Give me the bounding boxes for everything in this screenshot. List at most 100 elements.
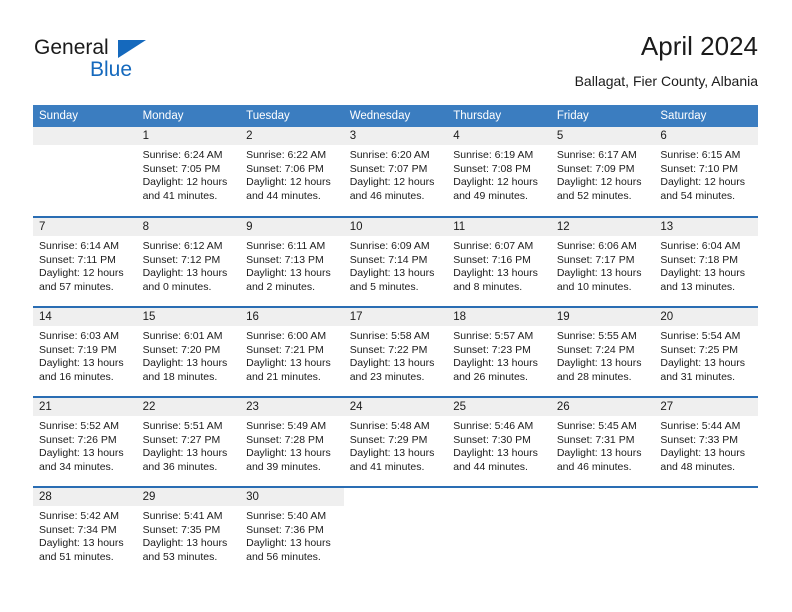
- brand-logo[interactable]: General Blue: [34, 36, 254, 88]
- sunset-text: Sunset: 7:34 PM: [39, 523, 117, 536]
- calendar-week-row: 28 Sunrise: 5:42 AM Sunset: 7:34 PM Dayligh…: [33, 486, 758, 577]
- calendar-day-cell[interactable]: 8 Sunrise: 6:12 AM Sunset: 7:12 PM Daylight…: [136, 218, 241, 306]
- sunset-text: Sunset: 7:24 PM: [556, 343, 635, 356]
- daylight-text: and 18 minutes.: [142, 370, 218, 383]
- day-detail-lines: [654, 506, 758, 510]
- daylight-text: Daylight: 12 hours: [556, 176, 642, 189]
- calendar-day-cell[interactable]: 14 Sunrise: 6:03 AM Sunset: 7:19 PM Dayligh…: [33, 308, 137, 396]
- daylight-text: and 31 minutes.: [660, 370, 736, 383]
- sunrise-text: Sunrise: 5:57 AM: [453, 330, 534, 342]
- calendar-day-cell[interactable]: 13 Sunrise: 6:04 AM Sunset: 7:18 PM Dayligh…: [654, 218, 758, 306]
- day-number: 19: [550, 308, 655, 326]
- daylight-text: Daylight: 13 hours: [556, 447, 642, 460]
- day-detail-lines: Sunrise: 5:48 AM Sunset: 7:29 PM Daylight:…: [344, 416, 448, 474]
- calendar-day-cell[interactable]: 30 Sunrise: 5:40 AM Sunset: 7:36 PM Dayligh…: [240, 488, 344, 576]
- day-number: 6: [654, 127, 758, 145]
- calendar-day-cell[interactable]: 25 Sunrise: 5:46 AM Sunset: 7:30 PM Dayligh…: [447, 398, 551, 486]
- calendar-day-cell[interactable]: 4 Sunrise: 6:19 AM Sunset: 7:08 PM Daylight…: [447, 127, 551, 215]
- sunrise-text: Sunrise: 6:06 AM: [556, 240, 637, 252]
- day-number: 7: [33, 218, 137, 236]
- day-number: 15: [136, 308, 241, 326]
- sunset-text: Sunset: 7:23 PM: [453, 343, 531, 356]
- daylight-text: and 36 minutes.: [142, 460, 218, 473]
- calendar-day-cell[interactable]: 26 Sunrise: 5:45 AM Sunset: 7:31 PM Dayligh…: [550, 398, 655, 486]
- calendar-day-cell[interactable]: 22 Sunrise: 5:51 AM Sunset: 7:27 PM Dayligh…: [136, 398, 241, 486]
- calendar-body: 1 Sunrise: 6:24 AM Sunset: 7:05 PM Daylight…: [33, 127, 758, 577]
- daylight-text: Daylight: 13 hours: [349, 267, 435, 280]
- daylight-text: Daylight: 13 hours: [142, 537, 228, 550]
- daylight-text: and 21 minutes.: [246, 370, 321, 383]
- sunset-text: Sunset: 7:12 PM: [142, 253, 221, 266]
- calendar-day-cell[interactable]: 5 Sunrise: 6:17 AM Sunset: 7:09 PM Daylight…: [550, 127, 655, 215]
- calendar-day-cell[interactable]: 10 Sunrise: 6:09 AM Sunset: 7:14 PM Dayligh…: [343, 218, 448, 306]
- day-detail-lines: Sunrise: 5:51 AM Sunset: 7:27 PM Daylight:…: [137, 416, 241, 474]
- calendar-day-cell[interactable]: 18 Sunrise: 5:57 AM Sunset: 7:23 PM Dayligh…: [447, 308, 551, 396]
- calendar-week-row: 14 Sunrise: 6:03 AM Sunset: 7:19 PM Dayligh…: [33, 306, 758, 397]
- sunrise-text: Sunrise: 5:42 AM: [39, 510, 119, 522]
- calendar-day-cell[interactable]: 16 Sunrise: 6:00 AM Sunset: 7:21 PM Dayligh…: [240, 308, 344, 396]
- day-detail-lines: Sunrise: 6:07 AM Sunset: 7:16 PM Daylight:…: [447, 236, 551, 294]
- day-number: 14: [33, 308, 137, 326]
- sunrise-text: Sunrise: 6:22 AM: [246, 149, 327, 161]
- calendar-day-cell[interactable]: 6 Sunrise: 6:15 AM Sunset: 7:10 PM Daylight…: [654, 127, 758, 215]
- day-number: 13: [654, 218, 758, 236]
- daylight-text: and 2 minutes.: [246, 280, 316, 293]
- day-number: 9: [240, 218, 344, 236]
- calendar-day-cell[interactable]: 9 Sunrise: 6:11 AM Sunset: 7:13 PM Daylight…: [240, 218, 344, 306]
- calendar-day-cell[interactable]: 27 Sunrise: 5:44 AM Sunset: 7:33 PM Dayligh…: [654, 398, 758, 486]
- daylight-text: Daylight: 13 hours: [556, 357, 642, 370]
- sunrise-text: Sunrise: 6:11 AM: [246, 240, 326, 252]
- day-detail-lines: Sunrise: 5:55 AM Sunset: 7:24 PM Daylight:…: [551, 326, 655, 384]
- daylight-text: and 28 minutes.: [556, 370, 632, 383]
- calendar-day-cell[interactable]: 1 Sunrise: 6:24 AM Sunset: 7:05 PM Daylight…: [136, 127, 241, 215]
- calendar-day-cell[interactable]: 24 Sunrise: 5:48 AM Sunset: 7:29 PM Dayligh…: [343, 398, 448, 486]
- sunrise-text: Sunrise: 6:03 AM: [39, 330, 119, 342]
- day-number: 18: [447, 308, 551, 326]
- calendar-empty-cell: [654, 488, 758, 576]
- calendar-day-cell[interactable]: 15 Sunrise: 6:01 AM Sunset: 7:20 PM Dayligh…: [136, 308, 241, 396]
- calendar-day-cell[interactable]: 17 Sunrise: 5:58 AM Sunset: 7:22 PM Dayligh…: [343, 308, 448, 396]
- calendar-day-cell[interactable]: 7 Sunrise: 6:14 AM Sunset: 7:11 PM Daylight…: [33, 218, 137, 306]
- day-detail-lines: Sunrise: 6:24 AM Sunset: 7:05 PM Daylight:…: [137, 145, 241, 203]
- calendar-day-cell[interactable]: 2 Sunrise: 6:22 AM Sunset: 7:06 PM Daylight…: [240, 127, 344, 215]
- triangle-logo-icon: [118, 40, 146, 58]
- calendar-day-cell[interactable]: 29 Sunrise: 5:41 AM Sunset: 7:35 PM Dayligh…: [136, 488, 241, 576]
- daylight-text: and 52 minutes.: [556, 189, 632, 202]
- calendar-day-cell[interactable]: 20 Sunrise: 5:54 AM Sunset: 7:25 PM Dayligh…: [654, 308, 758, 396]
- sunset-text: Sunset: 7:11 PM: [39, 253, 116, 266]
- day-detail-lines: Sunrise: 6:15 AM Sunset: 7:10 PM Daylight:…: [654, 145, 758, 203]
- daylight-text: Daylight: 13 hours: [142, 357, 228, 370]
- calendar-week-row: 1 Sunrise: 6:24 AM Sunset: 7:05 PM Daylight…: [33, 127, 758, 217]
- calendar-empty-cell: [344, 488, 448, 576]
- calendar-day-cell[interactable]: 28 Sunrise: 5:42 AM Sunset: 7:34 PM Dayligh…: [33, 488, 137, 576]
- calendar-day-cell[interactable]: 19 Sunrise: 5:55 AM Sunset: 7:24 PM Dayligh…: [550, 308, 655, 396]
- day-detail-lines: [447, 506, 551, 510]
- day-detail-lines: [33, 145, 137, 149]
- day-number: 8: [136, 218, 241, 236]
- day-detail-lines: Sunrise: 5:40 AM Sunset: 7:36 PM Daylight:…: [240, 506, 344, 564]
- daylight-text: and 0 minutes.: [142, 280, 212, 293]
- sunset-text: Sunset: 7:21 PM: [246, 343, 324, 356]
- sunrise-text: Sunrise: 5:41 AM: [142, 510, 223, 522]
- daylight-text: Daylight: 13 hours: [660, 357, 746, 370]
- calendar-day-cell[interactable]: 11 Sunrise: 6:07 AM Sunset: 7:16 PM Dayligh…: [447, 218, 551, 306]
- masthead: General Blue April 2024 Ballagat, Fier C…: [0, 0, 792, 100]
- daylight-text: Daylight: 13 hours: [39, 357, 124, 370]
- day-detail-lines: Sunrise: 6:11 AM Sunset: 7:13 PM Daylight:…: [240, 236, 344, 294]
- calendar-day-cell[interactable]: 12 Sunrise: 6:06 AM Sunset: 7:17 PM Dayligh…: [550, 218, 655, 306]
- calendar-day-cell[interactable]: 21 Sunrise: 5:52 AM Sunset: 7:26 PM Dayligh…: [33, 398, 137, 486]
- daylight-text: and 44 minutes.: [246, 189, 321, 202]
- sunset-text: Sunset: 7:35 PM: [142, 523, 221, 536]
- sunrise-text: Sunrise: 5:46 AM: [453, 420, 534, 432]
- daylight-text: and 8 minutes.: [453, 280, 523, 293]
- day-number: [654, 488, 758, 506]
- calendar-table: Sunday Monday Tuesday Wednesday Thursday…: [33, 105, 758, 577]
- sunrise-text: Sunrise: 5:54 AM: [660, 330, 741, 342]
- calendar-week-row: 7 Sunrise: 6:14 AM Sunset: 7:11 PM Daylight…: [33, 216, 758, 307]
- sunset-text: Sunset: 7:06 PM: [246, 162, 324, 175]
- sunrise-text: Sunrise: 5:40 AM: [246, 510, 327, 522]
- calendar-day-cell[interactable]: 23 Sunrise: 5:49 AM Sunset: 7:28 PM Dayligh…: [240, 398, 344, 486]
- daylight-text: and 56 minutes.: [246, 550, 321, 563]
- calendar-day-cell[interactable]: 3 Sunrise: 6:20 AM Sunset: 7:07 PM Daylight…: [343, 127, 448, 215]
- brand-name-general: General: [34, 36, 109, 59]
